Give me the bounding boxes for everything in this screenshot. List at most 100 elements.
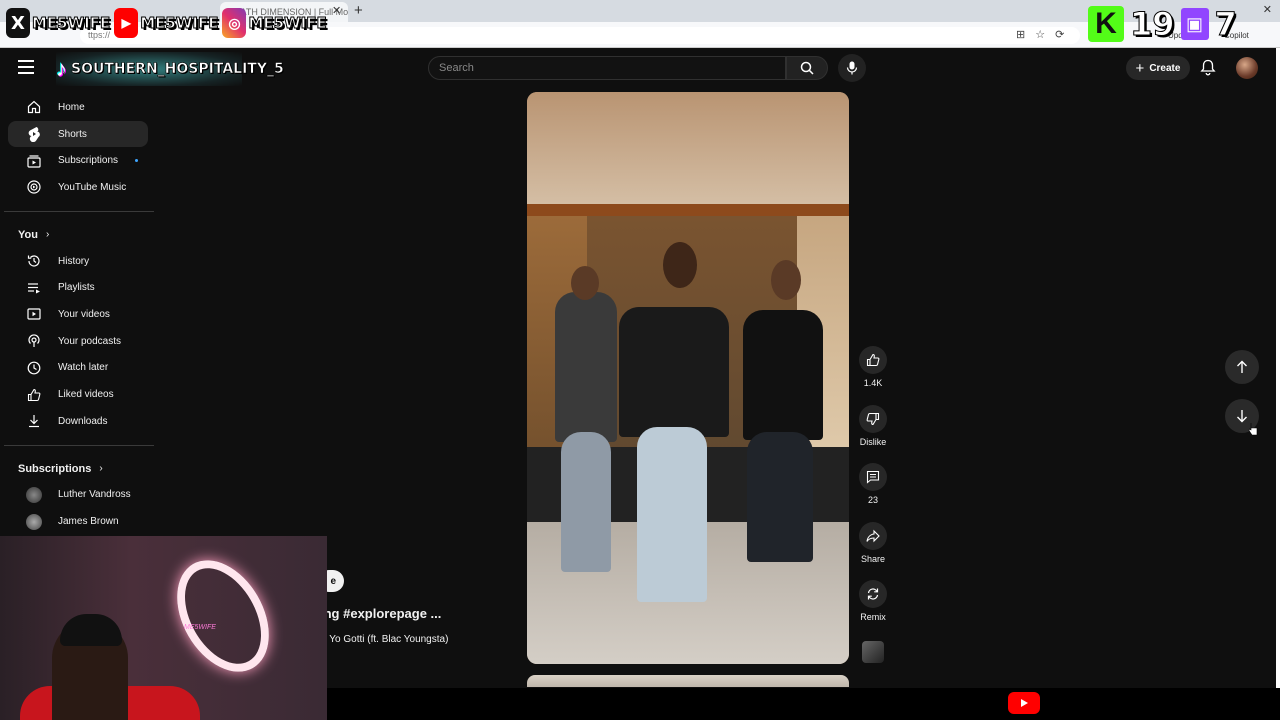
tab-close-icon[interactable]: ✕ [332,4,341,17]
thumbs-up-icon [26,387,42,403]
new-tab-icon[interactable]: + [354,2,363,19]
sidebar-item-label: YouTube Music [58,181,127,193]
chevron-right-icon: › [99,463,103,475]
sidebar-item-playlists[interactable]: Playlists [8,274,148,301]
sidebar-item-label: Home [58,101,85,113]
short-title[interactable]: ing #explorepage ... [320,606,441,621]
like-action: 1.4K [852,346,894,405]
sidebar-item-label: Shorts [58,128,87,140]
account-avatar[interactable] [1236,57,1258,79]
sidebar-item-liked-videos[interactable]: Liked videos [8,381,148,408]
social-handle: ME5WIFE [248,14,327,33]
ring-light [158,544,288,688]
video-dancer-head [771,260,801,300]
comments-action: 23 [852,463,894,522]
sidebar-item-home[interactable]: Home [8,94,148,121]
channel-avatar [26,486,42,503]
subscribe-label-fragment: e [330,575,336,587]
tiktok-handle: SOUTHERN_HOSPITALITY_5 [71,61,284,78]
share-icon [866,529,880,542]
sidebar-item-label: Luther Vandross [58,489,131,501]
sound-thumbnail[interactable] [862,640,884,663]
remix-action: Remix [852,580,894,639]
video-dancer [743,310,823,440]
sidebar-item-subscriptions[interactable]: Subscriptions [8,147,148,174]
remix-label: Remix [860,612,886,622]
viewer-count-overlay: K 19 ▣ 7 [1088,4,1278,44]
like-button[interactable] [859,346,887,374]
scrollbar[interactable] [1276,48,1280,688]
sidebar-item-label: History [58,255,90,267]
sidebar-item-your-videos[interactable]: Your videos [8,301,148,328]
stream-bottom-bar [327,688,1280,720]
short-music[interactable]: & Yo Gotti (ft. Blac Youngsta) [320,634,448,645]
short-actions: 1.4K Dislike 23 Share Remix [852,346,894,697]
your-videos-icon [26,306,42,322]
sidebar-item-label: Subscriptions [58,155,119,167]
playlists-icon [26,280,42,296]
kick-logo-icon: K [1088,6,1124,42]
youtube-logo-icon: ▶ [114,8,139,38]
shorts-icon [26,126,42,143]
twitch-viewer-count: 7 [1214,5,1237,44]
sidebar-item-label: Downloads [58,415,108,427]
home-icon [26,99,42,115]
address-bar-icons[interactable]: ⊞☆⟳ [1016,28,1074,41]
sidebar-subscription-luther-vandross[interactable]: Luther Vandross [8,482,148,509]
hand-cursor-icon [1248,423,1258,436]
previous-short-button[interactable] [1225,350,1259,384]
dislike-action: Dislike [852,404,894,464]
menu-icon[interactable] [18,60,34,74]
social-overlay: X ME5WIFE ▶ ME5WIFE ◎ ME5WIFE [0,0,327,46]
video-dancer-legs [561,432,611,572]
search-button[interactable] [786,56,828,80]
sidebar-item-history[interactable]: History [8,248,148,275]
comment-count: 23 [867,495,878,505]
video-dancer [619,307,729,437]
x-logo-icon: X [6,8,30,38]
plus-icon: + [1135,59,1145,77]
sidebar-item-shorts[interactable]: Shorts [8,120,148,148]
thumbs-down-icon [866,412,880,425]
create-button[interactable]: + Create [1126,56,1190,80]
remix-icon [867,588,879,600]
next-short-preview[interactable] [527,675,849,687]
notifications-bell-icon[interactable] [1200,59,1216,76]
sidebar-item-label: Liked videos [58,389,114,401]
subscriptions-heading-label: Subscriptions [18,462,92,475]
share-action: Share [852,521,894,581]
sidebar-subscriptions-heading[interactable]: Subscriptions › [0,456,160,482]
search-input[interactable]: Search [428,56,786,80]
sidebar-divider [4,210,154,212]
sidebar-item-youtube-music[interactable]: YouTube Music [8,174,148,201]
video-dancer [555,292,617,442]
comments-button[interactable] [859,463,887,491]
sidebar-subscription-james-brown[interactable]: James Brown [8,508,148,535]
share-button[interactable] [859,521,887,550]
sidebar-you-heading[interactable]: You › [0,222,160,248]
sidebar-item-label: Your videos [58,308,110,320]
tiktok-handle-overlay: ♪ SOUTHERN_HOSPITALITY_5 [56,52,284,86]
podcast-icon [26,333,42,349]
sidebar-divider [4,444,154,446]
sidebar-item-label: Playlists [58,282,95,294]
sidebar-item-label: James Brown [58,516,119,528]
short-video-player[interactable] [527,92,849,664]
download-icon [26,413,42,429]
you-heading-label: You [18,228,38,241]
subscriptions-icon [26,153,42,169]
arrow-down-icon [1237,410,1247,423]
kick-viewer-count: 19 [1130,5,1176,44]
sidebar-item-downloads[interactable]: Downloads [8,408,148,435]
clock-icon [26,360,42,376]
youtube-social-tag: ▶ ME5WIFE [114,8,219,38]
tiktok-logo-icon: ♪ [56,56,67,81]
video-dancer-head [663,242,697,288]
dislike-button[interactable] [859,404,887,433]
video-beam [527,204,849,216]
voice-search-button[interactable] [838,54,866,82]
sidebar-item-label: Watch later [58,362,109,374]
sidebar-item-watch-later[interactable]: Watch later [8,355,148,382]
sidebar-item-your-podcasts[interactable]: Your podcasts [8,328,148,355]
remix-button[interactable] [859,580,887,608]
